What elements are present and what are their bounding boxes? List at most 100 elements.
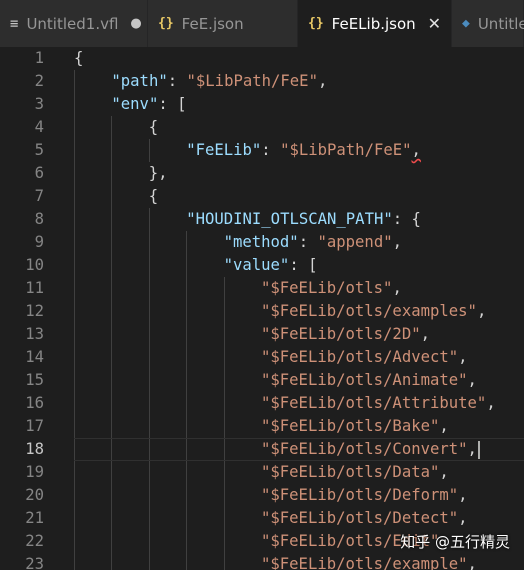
code-line[interactable]: 20 "$FeELib/otls/Deform", <box>0 484 524 507</box>
line-number: 10 <box>25 256 44 274</box>
code-text: "$FeELib/otls/example", <box>261 553 477 570</box>
tab-2[interactable]: {} FeELib.json ✕ <box>298 0 452 47</box>
line-number: 2 <box>34 72 44 90</box>
code-line[interactable]: 6}, <box>0 162 524 185</box>
code-text: "$FeELib/otls/Detect", <box>261 507 468 530</box>
code-line[interactable]: 5 "FeELib": "$LibPath/FeE", <box>0 139 524 162</box>
json-key: "env" <box>111 95 159 113</box>
close-icon[interactable]: ✕ <box>428 14 441 33</box>
code-line[interactable]: 10 "value": [ <box>0 254 524 277</box>
code-line[interactable]: 19 "$FeELib/otls/Data", <box>0 461 524 484</box>
punctuation: : [ <box>158 95 187 113</box>
json-key: "path" <box>111 72 168 90</box>
punctuation: , <box>458 486 468 504</box>
punctuation: , <box>439 417 449 435</box>
code-line[interactable]: 12 "$FeELib/otls/examples", <box>0 300 524 323</box>
line-number: 22 <box>25 532 44 550</box>
line-number: 7 <box>34 187 44 205</box>
tab-label: FeELib.json <box>331 14 416 33</box>
line-number: 20 <box>25 486 44 504</box>
code-line[interactable]: 23 "$FeELib/otls/example", <box>0 553 524 570</box>
code-line[interactable]: 9 "method": "append", <box>0 231 524 254</box>
tab-bar: ≡ Untitled1.vfl ● {} FeE.json {} FeELib.json ✕ ◆… <box>0 0 524 47</box>
json-icon: {} <box>308 16 324 31</box>
json-string: "$LibPath/FeE" <box>186 72 318 90</box>
json-key: "method" <box>223 233 299 251</box>
code-text: "value": [ <box>224 254 318 277</box>
code-text: "FeELib": "$LibPath/FeE", <box>186 139 421 162</box>
code-line[interactable]: 4{ <box>0 116 524 139</box>
punctuation: : { <box>392 210 421 228</box>
code-line[interactable]: 15 "$FeELib/otls/Animate", <box>0 369 524 392</box>
line-number: 13 <box>25 325 44 343</box>
punctuation: { <box>148 187 159 205</box>
code-line[interactable]: 14 "$FeELib/otls/Advect", <box>0 346 524 369</box>
json-icon: {} <box>158 16 174 31</box>
json-string: "$FeELib/otls/example" <box>261 555 468 570</box>
json-string: "$FeELib/otls/examples" <box>261 302 477 320</box>
json-string: "$FeELib/otls/Bake" <box>261 417 440 435</box>
line-number: 12 <box>25 302 44 320</box>
line-number: 14 <box>25 348 44 366</box>
punctuation: : <box>167 72 187 90</box>
line-number: 15 <box>25 371 44 389</box>
syntax-error-marker: , <box>411 141 421 159</box>
line-number: 9 <box>34 233 44 251</box>
code-line[interactable]: 16 "$FeELib/otls/Attribute", <box>0 392 524 415</box>
line-number: 4 <box>34 118 44 136</box>
line-number: 16 <box>25 394 44 412</box>
punctuation: }, <box>148 164 168 182</box>
code-line[interactable]: 21 "$FeELib/otls/Detect", <box>0 507 524 530</box>
tab-3[interactable]: ◆ Untitle <box>452 0 524 47</box>
code-text: "$FeELib/otls/Bake", <box>261 415 449 438</box>
json-string: "$FeELib/otls/Attribute" <box>261 394 487 412</box>
line-number: 23 <box>25 555 44 570</box>
line-number: 18 <box>25 440 44 458</box>
punctuation: , <box>467 555 477 570</box>
json-string: "$FeELib/otls/Advect" <box>261 348 459 366</box>
json-string: "$FeELib/otls/Data" <box>261 463 440 481</box>
json-key: "value" <box>223 256 290 274</box>
tab-0[interactable]: ≡ Untitled1.vfl ● <box>0 0 148 47</box>
line-number: 21 <box>25 509 44 527</box>
code-line[interactable]: 17 "$FeELib/otls/Bake", <box>0 415 524 438</box>
json-string: "$FeELib/otls/Detect" <box>261 509 459 527</box>
json-string: "$FeELib/otls/Animate" <box>261 371 468 389</box>
code-text: "path": "$LibPath/FeE", <box>111 70 327 93</box>
code-line[interactable]: 11 "$FeELib/otls", <box>0 277 524 300</box>
code-line[interactable]: 7{ <box>0 185 524 208</box>
code-line[interactable]: 3 "env": [ <box>0 93 524 116</box>
json-string: "$FeELib/otls" <box>261 279 393 297</box>
json-key: "HOUDINI_OTLSCAN_PATH" <box>186 210 393 228</box>
tab-1[interactable]: {} FeE.json <box>148 0 298 47</box>
code-text: { <box>149 116 158 139</box>
menu-icon: ≡ <box>10 15 19 32</box>
code-text: "$FeELib/otls/2D", <box>261 323 430 346</box>
code-text: "$FeELib/otls/examples", <box>261 300 486 323</box>
code-text: "HOUDINI_OTLSCAN_PATH": { <box>186 208 421 231</box>
code-line[interactable]: 1{ <box>0 47 524 70</box>
code-line[interactable]: 2 "path": "$LibPath/FeE", <box>0 70 524 93</box>
punctuation: , <box>476 302 487 320</box>
line-number: 19 <box>25 463 44 481</box>
tab-label: Untitled1.vfl <box>26 14 119 33</box>
code-editor[interactable]: 1{2 "path": "$LibPath/FeE", 3 "env": [4{5 "F… <box>0 47 524 570</box>
punctuation: { <box>74 49 84 67</box>
code-text: "method": "append", <box>224 231 402 254</box>
punctuation: , <box>467 440 477 458</box>
punctuation: { <box>148 118 159 136</box>
tab-label: FeE.json <box>181 14 244 33</box>
code-line[interactable]: 8 "HOUDINI_OTLSCAN_PATH": { <box>0 208 524 231</box>
punctuation: : <box>298 233 318 251</box>
line-number: 6 <box>34 164 44 182</box>
punctuation: , <box>439 463 449 481</box>
line-number: 1 <box>34 49 44 67</box>
json-string: "$LibPath/FeE" <box>280 141 412 159</box>
code-text: "$FeELib/otls/Deform", <box>261 484 468 507</box>
watermark: 知乎 @五行精灵 <box>400 533 510 551</box>
punctuation: , <box>458 348 468 366</box>
code-line[interactable]: 18 "$FeELib/otls/Convert", <box>0 438 524 461</box>
code-line[interactable]: 13 "$FeELib/otls/2D", <box>0 323 524 346</box>
code-text: "env": [ <box>111 93 186 116</box>
json-string: "$FeELib/otls/2D" <box>261 325 421 343</box>
